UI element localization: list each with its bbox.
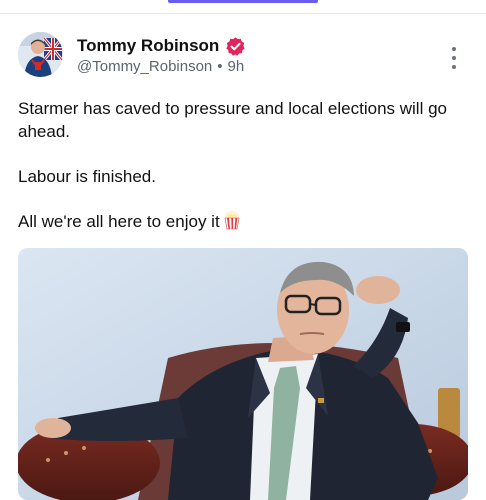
post-photo-image [18, 248, 468, 500]
author-meta-row: @Tommy_Robinson • 9h [77, 58, 244, 75]
post-paragraph-3-text: All we're all here to enjoy it [18, 212, 220, 231]
active-tab-indicator [168, 0, 318, 3]
more-options-button[interactable] [444, 45, 464, 71]
meta-separator: • [217, 58, 223, 75]
post-paragraph-3: All we're all here to enjoy it [18, 210, 470, 236]
post-timestamp[interactable]: 9h [228, 58, 245, 75]
verified-badge-icon [225, 36, 246, 57]
more-vertical-icon-dot-2 [452, 56, 456, 60]
more-vertical-icon-dot-3 [452, 65, 456, 69]
post-card[interactable]: Tommy Robinson @Tommy_Robinson • 9h Star… [0, 15, 486, 500]
author-name-row: Tommy Robinson [77, 35, 246, 57]
author-avatar[interactable] [18, 32, 63, 77]
post-text: Starmer has caved to pressure and local … [18, 97, 470, 258]
more-vertical-icon-dot-1 [452, 47, 456, 51]
post-paragraph-2: Labour is finished. [18, 167, 156, 186]
author-display-name[interactable]: Tommy Robinson [77, 36, 219, 56]
author-handle[interactable]: @Tommy_Robinson [77, 58, 212, 75]
post-photo[interactable] [18, 248, 468, 500]
popcorn-icon [223, 210, 241, 236]
top-tab-bar-edge [0, 0, 486, 14]
avatar-image [18, 32, 63, 77]
post-paragraph-1: Starmer has caved to pressure and local … [18, 99, 447, 141]
